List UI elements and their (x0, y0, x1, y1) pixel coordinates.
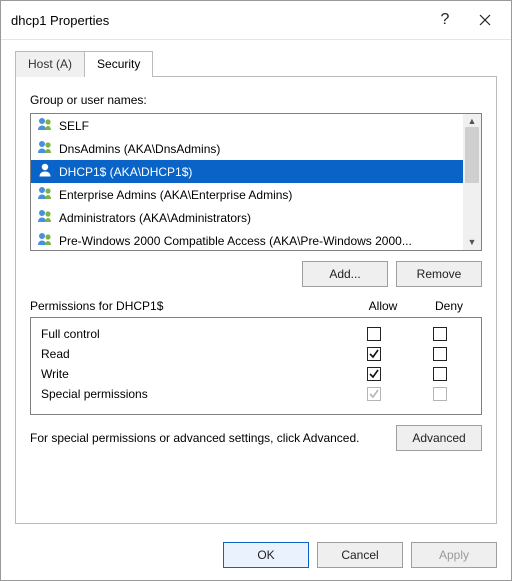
checkbox (433, 387, 447, 401)
checkbox[interactable] (433, 347, 447, 361)
allow-column-header: Allow (350, 299, 416, 313)
list-item[interactable]: Administrators (AKA\Administrators) (31, 206, 463, 229)
permission-row: Special permissions (39, 384, 473, 404)
remove-button[interactable]: Remove (396, 261, 482, 287)
deny-cell (407, 327, 473, 341)
listbox-scrollbar[interactable]: ▲ ▼ (463, 114, 481, 250)
scroll-down-icon: ▼ (468, 238, 477, 247)
user-icon (37, 162, 53, 181)
allow-cell (341, 327, 407, 341)
checkbox[interactable] (367, 347, 381, 361)
list-item-label: DnsAdmins (AKA\DnsAdmins) (59, 142, 220, 156)
deny-column-header: Deny (416, 299, 482, 313)
group-icon (37, 231, 53, 250)
list-item-label: SELF (59, 119, 89, 133)
allow-cell (341, 367, 407, 381)
advanced-text: For special permissions or advanced sett… (30, 430, 388, 446)
list-item[interactable]: Enterprise Admins (AKA\Enterprise Admins… (31, 183, 463, 206)
ok-button[interactable]: OK (223, 542, 309, 568)
list-item-label: Pre-Windows 2000 Compatible Access (AKA\… (59, 234, 412, 248)
permission-label: Write (39, 367, 341, 381)
advanced-button[interactable]: Advanced (396, 425, 482, 451)
allow-cell (341, 347, 407, 361)
checkbox[interactable] (367, 367, 381, 381)
list-item[interactable]: DHCP1$ (AKA\DHCP1$) (31, 160, 463, 183)
help-button[interactable]: ? (425, 7, 465, 33)
tab-page-security: Group or user names: SELF DnsAdmins (AKA… (15, 76, 497, 524)
checkbox (367, 387, 381, 401)
apply-button[interactable]: Apply (411, 542, 497, 568)
list-item-label: Enterprise Admins (AKA\Enterprise Admins… (59, 188, 292, 202)
permissions-for-label: Permissions for DHCP1$ (30, 299, 350, 313)
principal-button-row: Add... Remove (30, 261, 482, 287)
tab-security[interactable]: Security (84, 51, 153, 77)
principals-listbox[interactable]: SELF DnsAdmins (AKA\DnsAdmins) DHCP1$ (A… (30, 113, 482, 251)
deny-cell (407, 347, 473, 361)
scroll-up-icon: ▲ (468, 117, 477, 126)
tab-label: Host (A) (28, 57, 72, 71)
group-icon (37, 185, 53, 204)
cancel-button[interactable]: Cancel (317, 542, 403, 568)
checkbox[interactable] (433, 327, 447, 341)
titlebar: dhcp1 Properties ? (1, 1, 511, 39)
checkbox[interactable] (367, 327, 381, 341)
checkbox[interactable] (433, 367, 447, 381)
group-icon (37, 116, 53, 135)
list-item-label: Administrators (AKA\Administrators) (59, 211, 251, 225)
close-icon (479, 14, 491, 26)
close-button[interactable] (465, 7, 505, 33)
list-item[interactable]: DnsAdmins (AKA\DnsAdmins) (31, 137, 463, 160)
deny-cell (407, 367, 473, 381)
client-area: Host (A) Security Group or user names: S… (1, 40, 511, 532)
deny-cell (407, 387, 473, 401)
principals-list-inner: SELF DnsAdmins (AKA\DnsAdmins) DHCP1$ (A… (31, 114, 463, 250)
permissions-header: Permissions for DHCP1$ Allow Deny (30, 299, 482, 313)
add-button[interactable]: Add... (302, 261, 388, 287)
permission-label: Full control (39, 327, 341, 341)
permission-label: Read (39, 347, 341, 361)
tab-label: Security (97, 57, 140, 71)
list-item[interactable]: Pre-Windows 2000 Compatible Access (AKA\… (31, 229, 463, 250)
list-item-label: DHCP1$ (AKA\DHCP1$) (59, 165, 192, 179)
window-title: dhcp1 Properties (11, 13, 425, 28)
help-icon: ? (441, 11, 450, 29)
tab-host-a[interactable]: Host (A) (15, 51, 85, 77)
permission-label: Special permissions (39, 387, 341, 401)
list-item[interactable]: SELF (31, 114, 463, 137)
advanced-row: For special permissions or advanced sett… (30, 425, 482, 451)
tab-strip: Host (A) Security (15, 50, 497, 76)
dialog-button-row: OK Cancel Apply (1, 532, 511, 580)
allow-cell (341, 387, 407, 401)
group-label: Group or user names: (30, 93, 482, 107)
permission-row: Write (39, 364, 473, 384)
group-icon (37, 139, 53, 158)
permission-row: Full control (39, 324, 473, 344)
scroll-thumb[interactable] (465, 127, 479, 183)
permissions-box: Full control Read Write Special permissions (30, 317, 482, 415)
group-icon (37, 208, 53, 227)
permission-row: Read (39, 344, 473, 364)
properties-window: dhcp1 Properties ? Host (A) Security Gro… (0, 0, 512, 581)
